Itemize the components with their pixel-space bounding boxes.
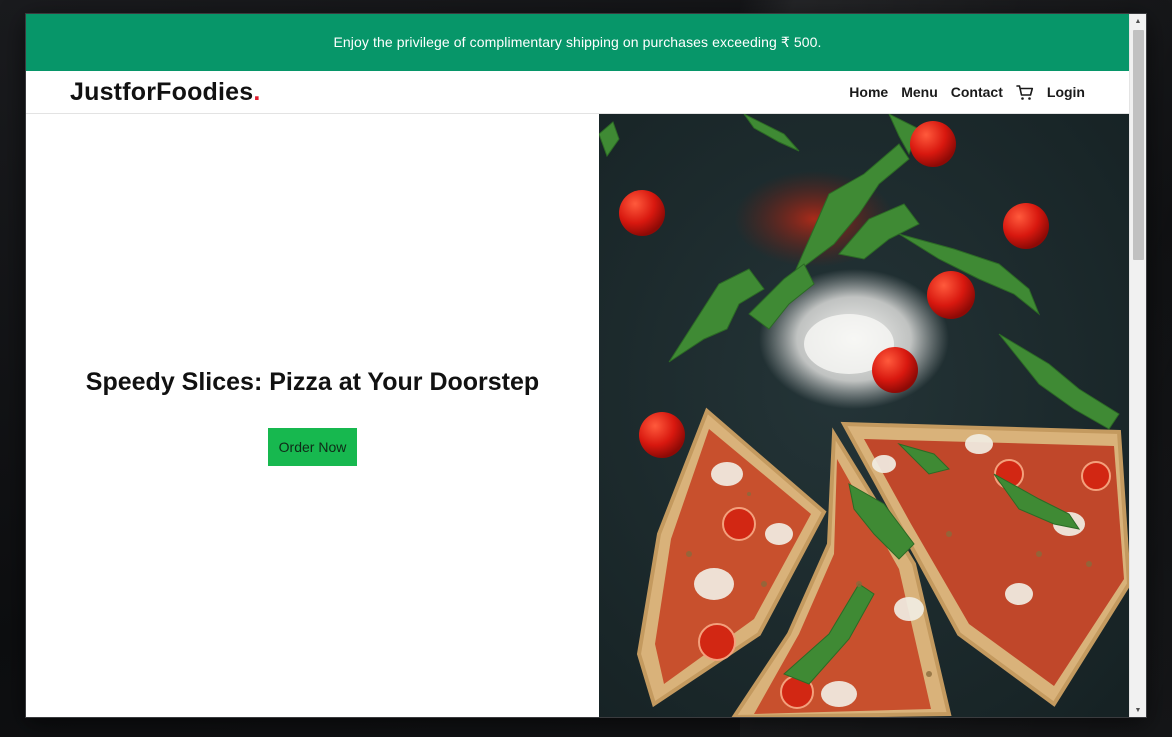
navbar: JustforFoodies. Home Menu Contact Login [26, 71, 1129, 114]
promo-text: Enjoy the privilege of complimentary shi… [333, 34, 822, 50]
nav-link-home[interactable]: Home [849, 84, 888, 100]
hero-content: Speedy Slices: Pizza at Your Doorstep Or… [26, 114, 599, 717]
hero-pizza-image [599, 114, 1129, 717]
hero-section: Speedy Slices: Pizza at Your Doorstep Or… [26, 114, 1129, 717]
vertical-scrollbar[interactable]: ▲ ▼ [1129, 14, 1146, 717]
nav-link-menu[interactable]: Menu [901, 84, 938, 100]
scroll-down-arrow-icon[interactable]: ▼ [1130, 703, 1146, 717]
scroll-up-arrow-icon[interactable]: ▲ [1130, 14, 1146, 28]
brand-name: JustforFoodies [70, 77, 254, 106]
nav-link-login[interactable]: Login [1047, 84, 1085, 100]
web-page: Enjoy the privilege of complimentary shi… [26, 14, 1129, 717]
brand-dot: . [253, 77, 261, 106]
order-now-button[interactable]: Order Now [268, 428, 357, 466]
scrollbar-thumb[interactable] [1133, 30, 1144, 260]
promo-banner: Enjoy the privilege of complimentary shi… [26, 14, 1129, 71]
browser-window: Enjoy the privilege of complimentary shi… [26, 14, 1146, 717]
brand-logo[interactable]: JustforFoodies. [70, 78, 261, 107]
shopping-cart-icon[interactable] [1016, 83, 1034, 101]
hero-title: Speedy Slices: Pizza at Your Doorstep [85, 368, 540, 396]
nav-link-contact[interactable]: Contact [951, 84, 1003, 100]
nav-links: Home Menu Contact Login [849, 83, 1085, 101]
